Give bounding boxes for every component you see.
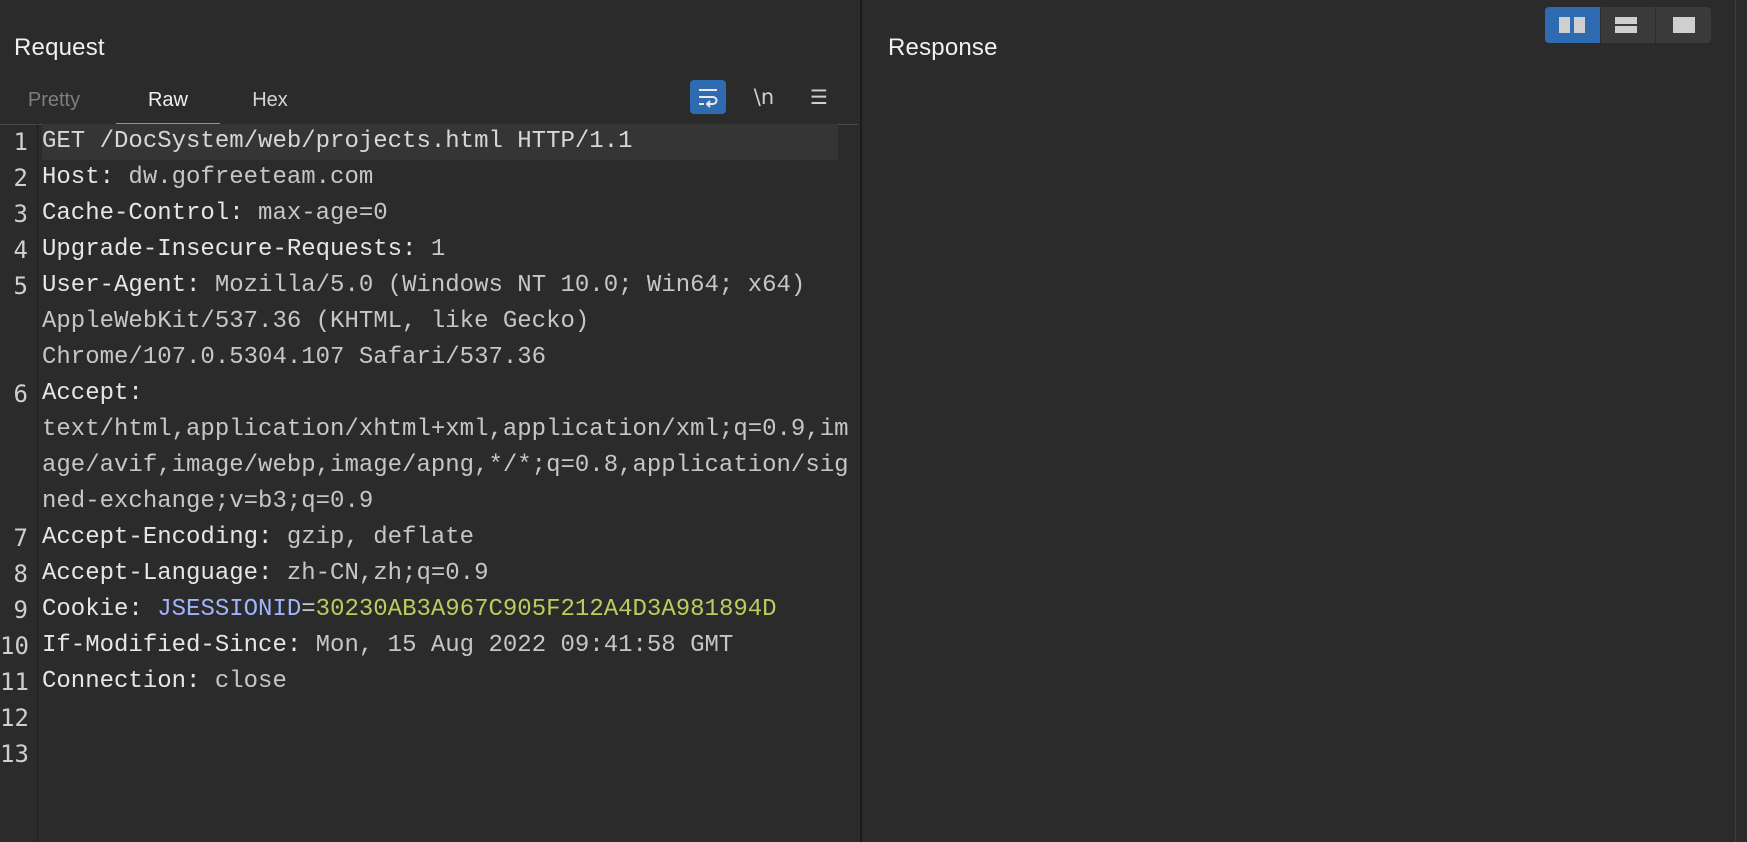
cookie-value: 30230AB3A967C905F212A4D3A981894D <box>315 596 777 623</box>
header-value-continuation: AppleWebKit/537.36 (KHTML, like Gecko) <box>42 308 590 335</box>
window-edge <box>1735 0 1736 842</box>
request-pane: Request Pretty Raw Hex \n ☰ 1 GET /DocSy… <box>0 0 860 842</box>
header-value: gzip, deflate <box>272 524 475 551</box>
line-number: 2 <box>13 164 28 192</box>
header-name: Upgrade-Insecure-Requests: <box>42 236 417 263</box>
header-name: If-Modified-Since: <box>42 632 302 659</box>
tab-raw[interactable]: Raw <box>116 88 220 126</box>
layout-single-button[interactable] <box>1656 7 1711 43</box>
layout-stacked-button[interactable] <box>1601 7 1657 43</box>
header-line-continuation[interactable]: Chrome/107.0.5304.107 Safari/537.36 <box>42 340 838 376</box>
response-pane: Response <box>863 0 1735 842</box>
menu-icon[interactable]: ☰ <box>801 80 837 114</box>
header-line-connection[interactable]: Connection: close <box>42 664 838 700</box>
header-value: dw.gofreeteam.com <box>114 164 374 191</box>
header-line-cache-control[interactable]: Cache-Control: max-age=0 <box>42 196 838 232</box>
layout-toggle <box>1545 7 1711 43</box>
header-value: close <box>200 668 287 695</box>
request-line[interactable]: GET /DocSystem/web/projects.html HTTP/1.… <box>42 124 838 160</box>
header-line-accept[interactable]: Accept: <box>42 376 838 412</box>
header-value: max-age=0 <box>243 200 388 227</box>
header-line-continuation[interactable]: AppleWebKit/537.36 (KHTML, like Gecko) <box>42 304 838 340</box>
tab-pretty[interactable]: Pretty <box>14 88 94 123</box>
layout-side-by-side-button[interactable] <box>1545 7 1601 43</box>
line-number: 1 <box>13 128 28 156</box>
line-number: 12 <box>0 704 29 732</box>
header-name: Accept: <box>42 380 143 407</box>
request-line-text: GET /DocSystem/web/projects.html HTTP/1.… <box>42 128 633 155</box>
header-value-continuation: age/avif,image/webp,image/apng,*/*;q=0.8… <box>42 452 849 479</box>
show-newlines-button[interactable]: \n <box>746 80 782 114</box>
line-number: 10 <box>0 632 29 660</box>
header-line-cookie[interactable]: Cookie: JSESSIONID=30230AB3A967C905F212A… <box>42 592 838 628</box>
header-line-continuation[interactable]: ned-exchange;v=b3;q=0.9 <box>42 484 838 520</box>
header-name: User-Agent: <box>42 272 201 299</box>
http-message-editor: Request Pretty Raw Hex \n ☰ 1 GET /DocSy… <box>0 0 1747 842</box>
header-value-continuation: Chrome/107.0.5304.107 Safari/537.36 <box>42 344 547 371</box>
header-value-continuation: text/html,application/xhtml+xml,applicat… <box>42 416 849 443</box>
split-horizontal-icon <box>1615 17 1641 33</box>
header-value: Mon, 15 Aug 2022 09:41:58 GMT <box>301 632 734 659</box>
line-number: 3 <box>13 200 28 228</box>
line-number: 13 <box>0 740 29 768</box>
tab-hex[interactable]: Hex <box>230 88 310 123</box>
pane-divider[interactable] <box>860 0 862 842</box>
single-pane-icon <box>1671 17 1697 33</box>
request-editor[interactable]: 1 GET /DocSystem/web/projects.html HTTP/… <box>0 124 858 842</box>
line-number: 8 <box>13 560 28 588</box>
line-number: 4 <box>13 236 28 264</box>
header-line-upgrade-insecure-requests[interactable]: Upgrade-Insecure-Requests: 1 <box>42 232 838 268</box>
header-value: zh-CN,zh;q=0.9 <box>272 560 489 587</box>
header-value-continuation: ned-exchange;v=b3;q=0.9 <box>42 488 374 515</box>
header-line-host[interactable]: Host: dw.gofreeteam.com <box>42 160 838 196</box>
response-title: Response <box>888 34 998 61</box>
cookie-name: JSESSIONID <box>142 596 302 623</box>
header-name: Cache-Control: <box>42 200 244 227</box>
word-wrap-icon <box>699 89 718 108</box>
header-value: Mozilla/5.0 (Windows NT 10.0; Win64; x64… <box>200 272 806 299</box>
header-line-continuation[interactable]: age/avif,image/webp,image/apng,*/*;q=0.8… <box>42 448 849 484</box>
header-name: Accept-Language: <box>42 560 273 587</box>
request-title: Request <box>14 34 105 61</box>
line-number: 9 <box>13 596 28 624</box>
header-line-accept-language[interactable]: Accept-Language: zh-CN,zh;q=0.9 <box>42 556 838 592</box>
header-name: Cookie: <box>42 596 143 623</box>
header-value: 1 <box>416 236 446 263</box>
cookie-equals: = <box>301 596 316 623</box>
word-wrap-button[interactable] <box>690 80 726 114</box>
header-line-accept-encoding[interactable]: Accept-Encoding: gzip, deflate <box>42 520 838 556</box>
line-number: 7 <box>13 524 28 552</box>
header-line-if-modified-since[interactable]: If-Modified-Since: Mon, 15 Aug 2022 09:4… <box>42 628 838 664</box>
header-line-continuation[interactable]: text/html,application/xhtml+xml,applicat… <box>42 412 849 448</box>
request-tabs: Pretty Raw Hex <box>0 80 858 126</box>
header-line-user-agent[interactable]: User-Agent: Mozilla/5.0 (Windows NT 10.0… <box>42 268 838 304</box>
header-name: Accept-Encoding: <box>42 524 273 551</box>
line-number: 11 <box>0 668 29 696</box>
header-name: Connection: <box>42 668 201 695</box>
split-vertical-icon <box>1559 17 1586 33</box>
line-number: 6 <box>13 380 28 408</box>
line-number: 5 <box>13 272 28 300</box>
header-name: Host: <box>42 164 115 191</box>
